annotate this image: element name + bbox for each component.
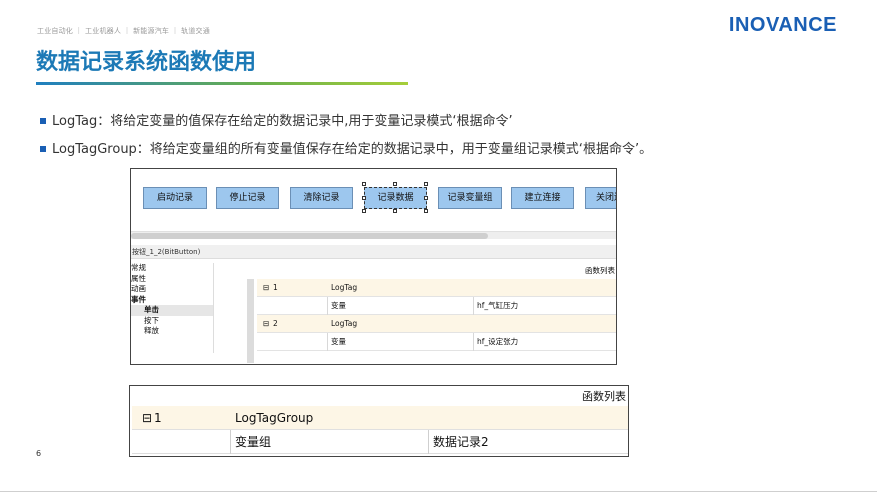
table-row[interactable]: ⊟ 2 LogTag [257, 315, 616, 333]
selection-handle[interactable] [424, 196, 428, 200]
inovance-logo: INOVANCE [728, 14, 837, 36]
bullet-square-icon [40, 145, 46, 152]
title-underline [36, 82, 408, 85]
tree-item-release[interactable]: 释放 [131, 326, 213, 337]
hmi-editor-screenshot: 启动记录 停止记录 清除记录 记录数据 记录变量组 建立连接 关闭连 按钮_1_… [130, 168, 617, 365]
function-name: LogTag [331, 283, 358, 292]
bullet-text: LogTag：将给定变量的值保存在给定的数据记录中,用于变量记录模式‘根据命令’ [52, 114, 513, 129]
connect-button[interactable]: 建立连接 [511, 187, 574, 209]
page-number: 6 [36, 449, 42, 458]
param-name: 变量 [331, 301, 346, 310]
column-divider [473, 297, 474, 315]
footer-divider [0, 491, 877, 492]
param-value[interactable]: hf_气缸压力 [477, 297, 518, 315]
start-log-button[interactable]: 启动记录 [143, 187, 207, 209]
horizontal-scrollbar[interactable] [131, 231, 616, 239]
table-row[interactable]: 变量 hf_气缸压力 [257, 297, 616, 315]
column-divider [327, 333, 328, 351]
column-divider [230, 430, 231, 454]
bullet-square-icon [40, 117, 46, 124]
tree-item-properties[interactable]: 属性 [131, 274, 213, 285]
properties-header: 按钮_1_2(BitButton) [131, 245, 616, 259]
tree-item-general[interactable]: 常规 [131, 263, 213, 274]
button-row: 启动记录 停止记录 清除记录 记录数据 记录变量组 建立连接 关闭连 [143, 182, 616, 213]
table-row[interactable]: ⊟ 1 LogTagGroup [132, 406, 628, 430]
selection-handle[interactable] [362, 182, 366, 186]
function-table: ⊟ 1 LogTag 变量 hf_气缸压力 ⊟ 2 LogTag 变量 hf_设… [257, 279, 616, 351]
table-row[interactable]: ⊟ 1 LogTag [257, 279, 616, 297]
tree-item-animation[interactable]: 动画 [131, 284, 213, 295]
row-index: 2 [273, 319, 278, 328]
bullet-logtag: LogTag：将给定变量的值保存在给定的数据记录中,用于变量记录模式‘根据命令’ [40, 110, 513, 129]
collapse-icon[interactable]: ⊟ [263, 279, 269, 297]
selection-handle[interactable] [393, 209, 397, 213]
tree-item-press[interactable]: 按下 [131, 316, 213, 327]
stop-log-button[interactable]: 停止记录 [216, 187, 279, 209]
tree-item-click[interactable]: 单击 [131, 305, 213, 316]
bullet-text: LogTagGroup：将给定变量组的所有变量值保存在给定的数据记录中，用于变量… [52, 142, 653, 157]
vertical-scrollbar[interactable] [247, 279, 254, 363]
column-divider [473, 333, 474, 351]
param-name: 变量组 [235, 435, 272, 449]
param-value[interactable]: hf_设定张力 [477, 333, 518, 351]
close-connection-button[interactable]: 关闭连 [585, 187, 616, 209]
column-divider [428, 430, 429, 454]
selection-handle[interactable] [362, 196, 366, 200]
selection-handle[interactable] [393, 182, 397, 186]
collapse-icon[interactable]: ⊟ [142, 406, 152, 430]
row-index: 1 [154, 411, 162, 425]
function-list-label: 函数列表 [582, 390, 626, 403]
column-divider [327, 297, 328, 315]
log-data-button[interactable]: 记录数据 [364, 187, 427, 209]
top-nav-text: 工业自动化 ｜ 工业机器人 ｜ 新能源汽车 ｜ 轨道交通 [37, 27, 210, 35]
tree-divider [213, 263, 214, 353]
param-name: 变量 [331, 337, 346, 346]
function-name: LogTag [331, 319, 358, 328]
function-list-label: 函数列表 [585, 266, 615, 275]
table-row[interactable]: 变量 hf_设定张力 [257, 333, 616, 351]
scrollbar-thumb[interactable] [131, 233, 488, 239]
function-name: LogTagGroup [235, 411, 314, 425]
log-tag-group-button[interactable]: 记录变量组 [438, 187, 502, 209]
property-tree: 常规 属性 动画 事件 单击 按下 释放 [131, 263, 213, 337]
param-value[interactable]: 数据记录2 [433, 430, 489, 454]
clear-log-button[interactable]: 清除记录 [290, 187, 353, 209]
function-list-screenshot: 函数列表 ⊟ 1 LogTagGroup 变量组 数据记录2 [129, 385, 629, 457]
page-title: 数据记录系统函数使用 [36, 50, 257, 75]
selection-handle[interactable] [362, 209, 366, 213]
selection-handle[interactable] [424, 209, 428, 213]
tree-item-events[interactable]: 事件 [131, 295, 213, 306]
collapse-icon[interactable]: ⊟ [263, 315, 269, 333]
selection-handle[interactable] [424, 182, 428, 186]
bullet-logtaggroup: LogTagGroup：将给定变量组的所有变量值保存在给定的数据记录中，用于变量… [40, 138, 652, 157]
table-row[interactable]: 变量组 数据记录2 [132, 430, 628, 454]
row-index: 1 [273, 283, 278, 292]
